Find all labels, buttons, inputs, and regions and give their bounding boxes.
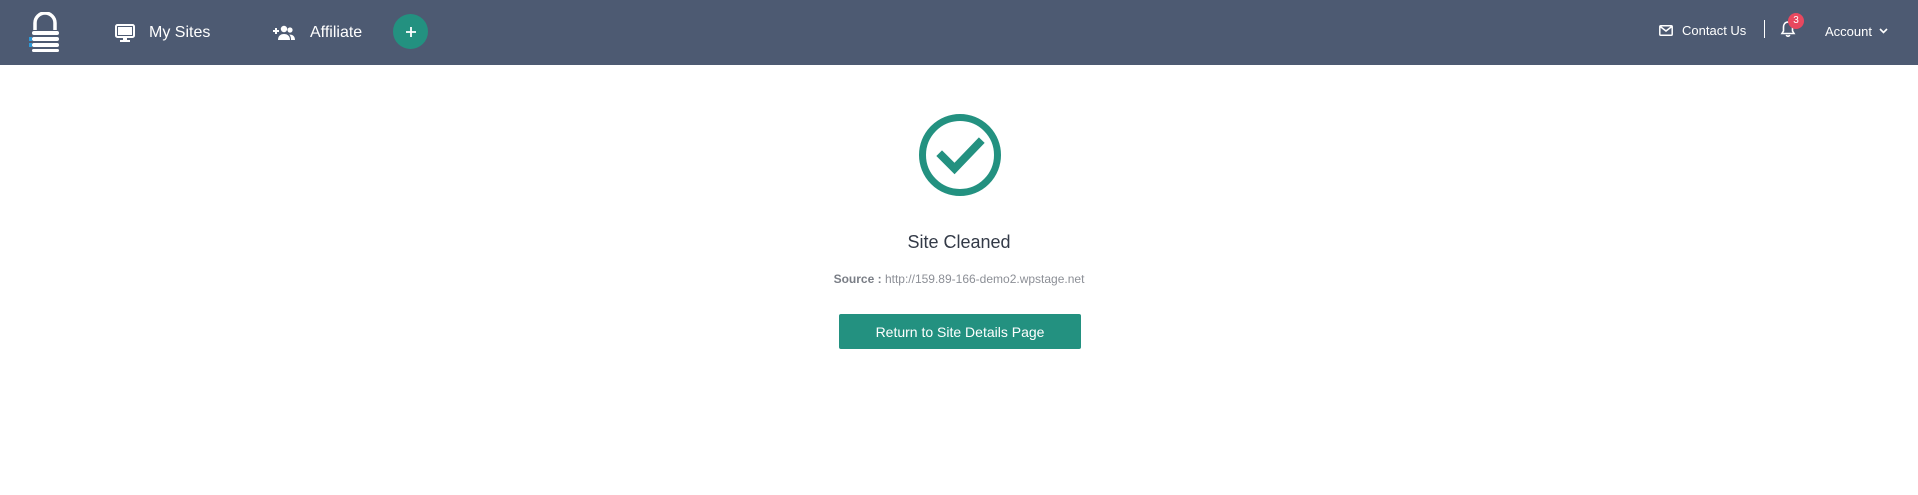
plus-icon	[405, 26, 416, 37]
envelope-icon	[1659, 24, 1673, 36]
nav-my-sites-label: My Sites	[149, 23, 211, 41]
nav-affiliate-label: Affiliate	[310, 23, 363, 41]
nav-affiliate[interactable]: Affiliate	[272, 0, 362, 65]
check-circle-icon	[919, 114, 1001, 196]
brand-logo-icon[interactable]	[28, 12, 62, 52]
add-users-icon	[272, 25, 296, 41]
notifications-count-badge[interactable]: 3	[1788, 13, 1804, 29]
monitor-icon	[115, 23, 135, 42]
chevron-down-icon	[1879, 28, 1888, 34]
contact-us-label: Contact Us	[1682, 22, 1747, 38]
account-label: Account	[1825, 23, 1872, 39]
source-label: Source :	[833, 272, 882, 286]
source-line: Source : http://159.89-166-demo2.wpstage…	[0, 272, 1918, 286]
contact-us-link[interactable]: Contact Us	[1659, 0, 1746, 60]
main-content: Site Cleaned Source : http://159.89-166-…	[0, 65, 1918, 495]
add-site-button[interactable]	[393, 14, 428, 49]
account-menu[interactable]: Account	[1825, 0, 1888, 62]
return-to-site-details-button[interactable]: Return to Site Details Page	[839, 314, 1081, 349]
nav-my-sites[interactable]: My Sites	[115, 0, 210, 65]
page-title: Site Cleaned	[907, 232, 1011, 252]
header-divider	[1764, 20, 1765, 38]
source-url: http://159.89-166-demo2.wpstage.net	[884, 272, 1085, 286]
top-navigation-bar: My Sites Affiliate Contact Us 3 Account	[0, 0, 1918, 65]
